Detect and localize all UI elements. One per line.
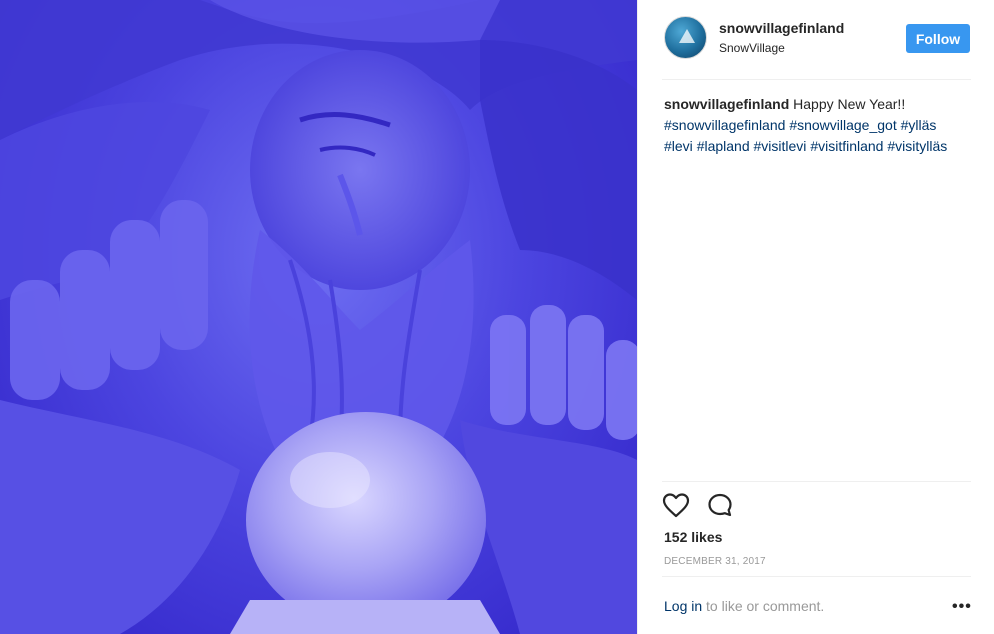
- divider: [662, 576, 971, 577]
- post-caption: snowvillagefinland Happy New Year!! #sno…: [664, 94, 974, 157]
- login-prompt: Log in to like or comment.: [664, 598, 824, 614]
- hashtag-link[interactable]: #visitfinland: [810, 138, 883, 154]
- header-username[interactable]: snowvillagefinland: [719, 20, 844, 36]
- hashtag-link[interactable]: #snowvillage_got: [789, 117, 896, 133]
- divider: [662, 481, 971, 482]
- likes-count[interactable]: 152 likes: [664, 529, 722, 545]
- hashtag-link[interactable]: #ylläs: [901, 117, 937, 133]
- login-link[interactable]: Log in: [664, 598, 702, 614]
- caption-text: Happy New Year!!: [793, 96, 906, 112]
- comment-icon[interactable]: [706, 492, 734, 520]
- follow-button[interactable]: Follow: [906, 24, 970, 53]
- header-location[interactable]: SnowVillage: [719, 41, 785, 55]
- instagram-post: snowvillagefinland SnowVillage Follow sn…: [0, 0, 994, 634]
- snow-sculpture-image: [0, 0, 637, 634]
- post-actions: [662, 492, 734, 520]
- more-options-icon[interactable]: •••: [952, 598, 972, 616]
- heart-icon[interactable]: [662, 492, 690, 520]
- post-details-panel: snowvillagefinland SnowVillage Follow sn…: [637, 0, 994, 634]
- post-header: snowvillagefinland SnowVillage Follow: [638, 0, 994, 80]
- hashtag-link[interactable]: #visitylläs: [887, 138, 947, 154]
- post-photo[interactable]: [0, 0, 637, 634]
- hashtag-link[interactable]: #visitlevi: [754, 138, 807, 154]
- profile-avatar[interactable]: [664, 16, 707, 59]
- hashtag-link[interactable]: #levi: [664, 138, 693, 154]
- hashtag-link[interactable]: #snowvillagefinland: [664, 117, 785, 133]
- caption-username[interactable]: snowvillagefinland: [664, 96, 789, 112]
- hashtag-link[interactable]: #lapland: [697, 138, 750, 154]
- login-suffix: to like or comment.: [702, 598, 825, 614]
- divider: [662, 79, 971, 80]
- post-date: DECEMBER 31, 2017: [664, 556, 766, 567]
